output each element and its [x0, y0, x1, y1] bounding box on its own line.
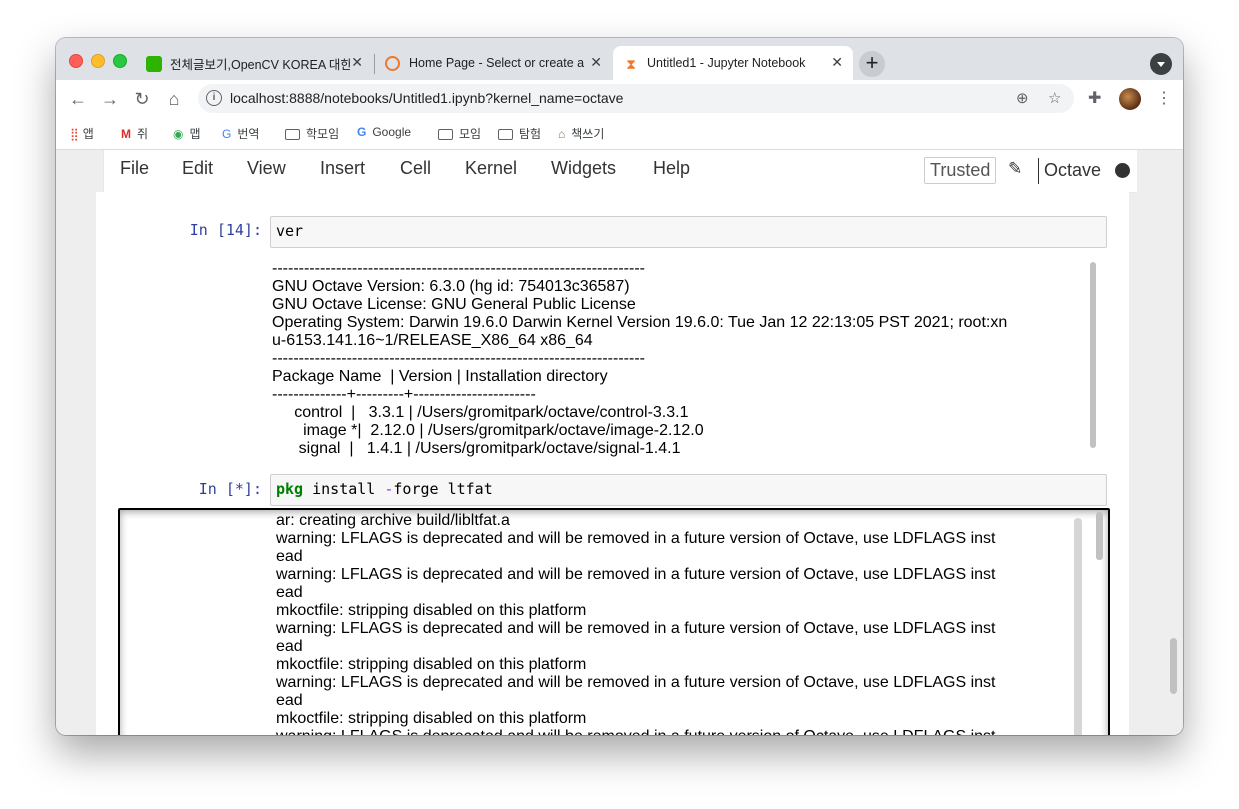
bookmark-maps[interactable]: ◉ 맵	[173, 125, 201, 142]
kernel-busy-indicator-icon	[1115, 163, 1130, 178]
cell-output: ----------------------------------------…	[272, 260, 1008, 457]
jupyter-page: File Edit View Insert Cell Kernel Widget…	[56, 150, 1183, 735]
zoom-window-button[interactable]	[113, 54, 127, 68]
page-scrollbar[interactable]	[1170, 638, 1177, 694]
forward-icon[interactable]: →	[98, 87, 122, 111]
tab-strip: 전체글보기,OpenCV KOREA 대한민국 ✕ Home Page - Se…	[56, 38, 1183, 80]
menu-file[interactable]: File	[120, 158, 149, 179]
info-icon[interactable]: i	[206, 90, 222, 106]
google-icon: G	[357, 125, 367, 139]
window-controls	[69, 54, 127, 68]
bookmark-folder-meeting[interactable]: 모임	[438, 125, 481, 142]
jupyter-favicon-icon	[385, 56, 400, 71]
new-tab-button[interactable]: +	[859, 51, 885, 77]
back-icon[interactable]: ←	[66, 87, 90, 111]
folder-icon	[438, 129, 453, 140]
hourglass-icon: ⧗	[626, 56, 636, 72]
tab-untitled1[interactable]: ⧗ Untitled1 - Jupyter Notebook ✕	[613, 46, 853, 80]
browser-toolbar: ← → ↻ ⌂ i localhost:8888/notebooks/Untit…	[56, 80, 1183, 118]
reload-icon[interactable]: ↻	[130, 87, 154, 111]
bookmarks-bar: ⣿ 앱 M쥐 ◉ 맵 G 번역 학모임 G Google 모임 탐험 ⌂ 책쓰기	[56, 118, 1183, 150]
menu-widgets[interactable]: Widgets	[551, 158, 616, 179]
output-scrollbar[interactable]	[1090, 262, 1096, 448]
minimize-window-button[interactable]	[91, 54, 105, 68]
extensions-icon[interactable]: ✚	[1088, 88, 1101, 108]
close-window-button[interactable]	[69, 54, 83, 68]
output-scrollbar[interactable]	[1096, 512, 1103, 560]
tab-search-icon[interactable]	[1150, 53, 1172, 75]
output-inner-scrollbar[interactable]	[1074, 518, 1082, 735]
bookmark-apps[interactable]: ⣿ 앱	[70, 125, 94, 142]
menu-view[interactable]: View	[247, 158, 286, 179]
kernel-name: Octave	[1044, 160, 1102, 180]
notebook-container: In [14]: ver ---------------------------…	[96, 192, 1129, 735]
tab-close-icon[interactable]: ✕	[590, 54, 602, 71]
tab-title: Home Page - Select or create a notebook	[409, 56, 585, 70]
tab-title: 전체글보기,OpenCV KOREA 대한민국	[170, 57, 350, 72]
tab-close-icon[interactable]: ✕	[831, 54, 843, 71]
code-input[interactable]: ver	[270, 216, 1107, 248]
tab-title: Untitled1 - Jupyter Notebook	[647, 56, 806, 70]
browser-window: 전체글보기,OpenCV KOREA 대한민국 ✕ Home Page - Se…	[56, 38, 1183, 735]
tab-close-icon[interactable]: ✕	[351, 54, 363, 71]
bookmark-folder-explore[interactable]: 탐험	[498, 125, 541, 142]
menu-cell[interactable]: Cell	[400, 158, 431, 179]
home-icon[interactable]: ⌂	[162, 87, 186, 111]
zoom-icon[interactable]: ⊕	[1016, 89, 1029, 107]
url-text[interactable]: localhost:8888/notebooks/Untitled1.ipynb…	[230, 90, 623, 106]
edit-pencil-icon[interactable]: ✎	[1008, 159, 1022, 179]
translate-icon: G	[222, 127, 232, 141]
menu-help[interactable]: Help	[653, 158, 690, 179]
bookmark-folder-study[interactable]: 학모임	[285, 125, 339, 142]
notebook-menubar: File Edit View Insert Cell Kernel Widget…	[103, 150, 1137, 193]
house-icon: ⌂	[558, 127, 566, 141]
bookmark-gmail[interactable]: M쥐	[121, 125, 148, 142]
more-menu-icon[interactable]: ⋮	[1156, 88, 1172, 108]
address-bar[interactable]: i localhost:8888/notebooks/Untitled1.ipy…	[198, 84, 1074, 113]
folder-icon	[498, 129, 513, 140]
bookmark-google[interactable]: G Google	[357, 125, 411, 139]
trusted-indicator[interactable]: Trusted	[924, 157, 997, 184]
bookmark-translate[interactable]: G 번역	[222, 125, 259, 142]
maps-pin-icon: ◉	[173, 127, 184, 141]
menu-insert[interactable]: Insert	[320, 158, 365, 179]
cell-output: ar: creating archive build/libltfat.a wa…	[276, 512, 996, 735]
menu-kernel[interactable]: Kernel	[465, 158, 517, 179]
cell-prompt: In [14]:	[189, 221, 262, 239]
tab-opencv[interactable]: 전체글보기,OpenCV KOREA 대한민국 ✕	[136, 46, 373, 80]
cafe-favicon-icon	[146, 56, 162, 72]
cell-prompt: In [*]:	[198, 480, 262, 498]
menu-edit[interactable]: Edit	[182, 158, 213, 179]
gmail-icon: M	[121, 127, 131, 141]
apps-grid-icon: ⣿	[70, 127, 79, 141]
tab-home-page[interactable]: Home Page - Select or create a notebook …	[375, 46, 612, 80]
bookmark-star-icon[interactable]: ☆	[1048, 89, 1061, 107]
scrolled-output-area[interactable]: ar: creating archive build/libltfat.a wa…	[118, 508, 1110, 735]
code-input[interactable]: pkg install -forge ltfat	[270, 474, 1107, 506]
folder-icon	[285, 129, 300, 140]
bookmark-book-writing[interactable]: ⌂ 책쓰기	[558, 125, 604, 142]
avatar[interactable]	[1119, 88, 1141, 110]
